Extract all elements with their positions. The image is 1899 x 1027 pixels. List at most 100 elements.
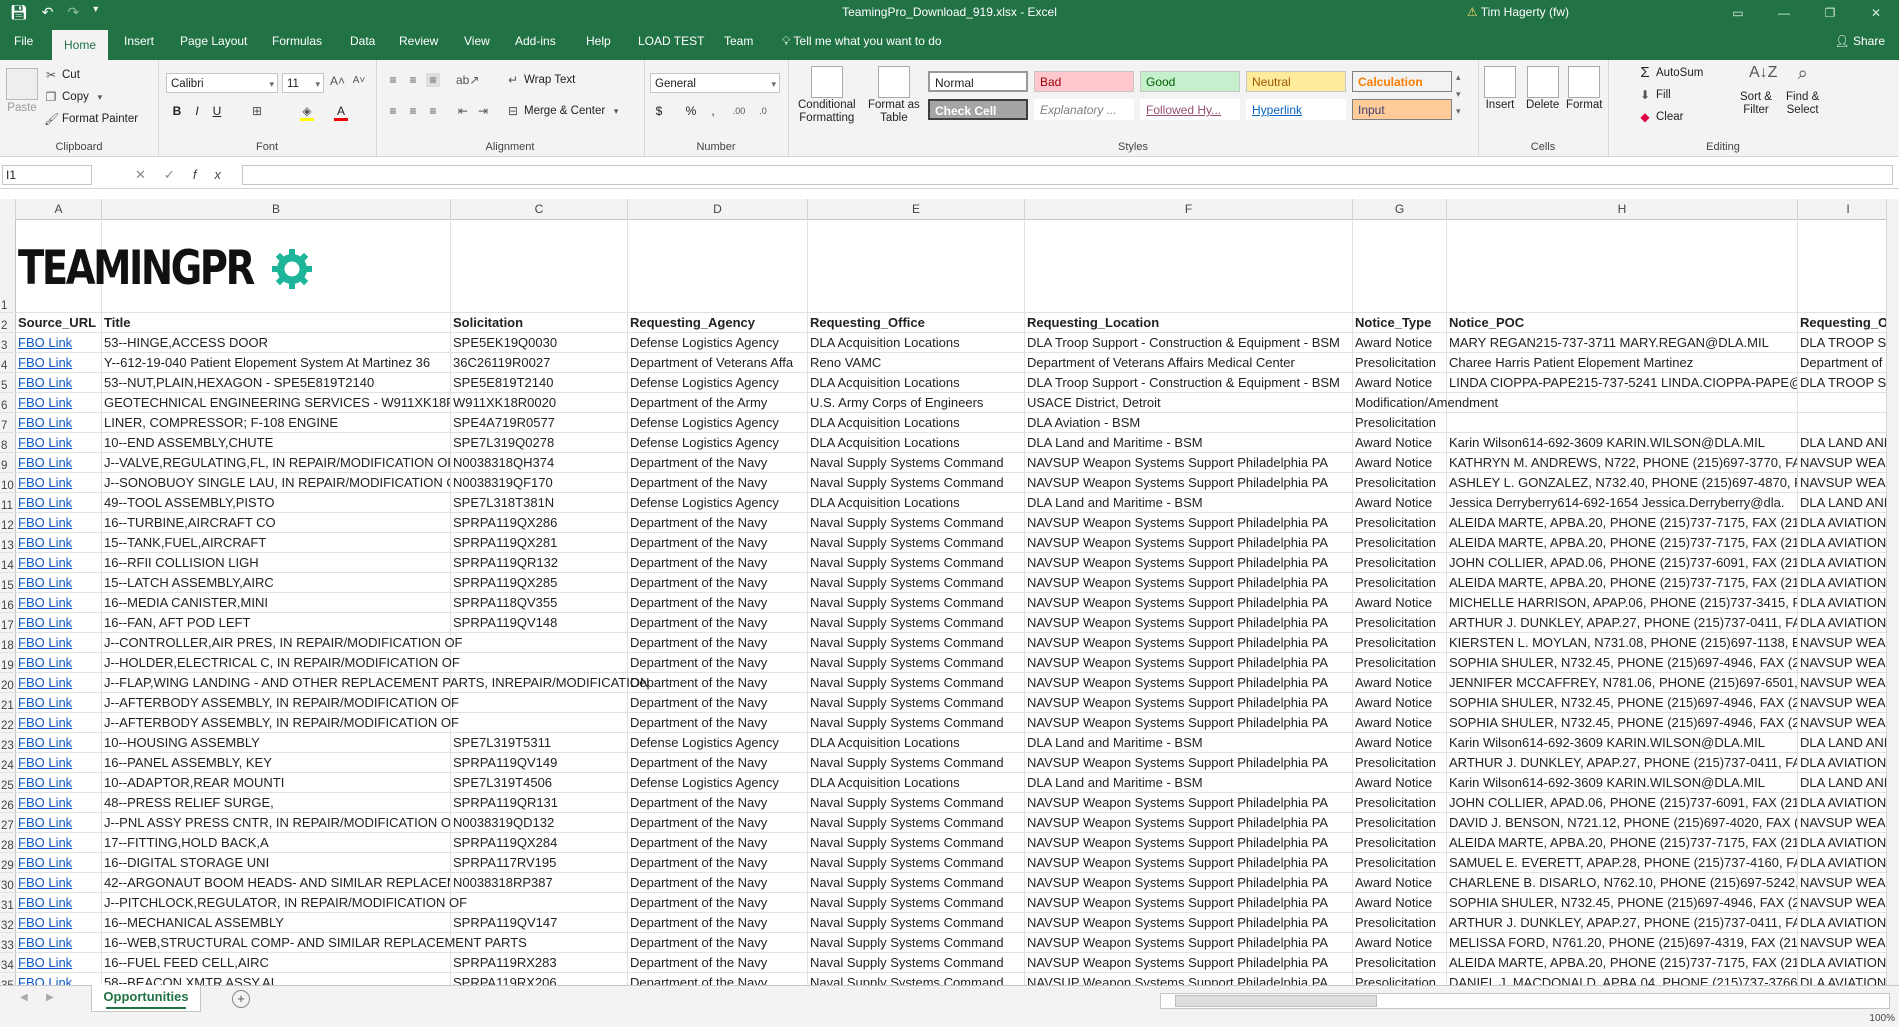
cell[interactable]: 10--ADAPTOR,REAR MOUNTI [102, 773, 451, 792]
cell[interactable]: DLA Acquisition Locations [808, 433, 1025, 452]
user-account[interactable]: ⚠ Tim Hagerty (fw) [1467, 5, 1569, 19]
cell[interactable]: 16--MEDIA CANISTER,MINI [102, 593, 451, 612]
cell[interactable]: NAVSUP WEAP [1798, 713, 1899, 732]
cut-button[interactable]: ✂ Cut [44, 68, 80, 82]
cell[interactable]: J--SONOBUOY SINGLE LAU, IN REPAIR/MODIFI… [102, 473, 451, 492]
cell[interactable]: DLA Land and Maritime - BSM [1025, 493, 1353, 512]
cell[interactable]: DLA AVIATION [1798, 513, 1899, 532]
column-header-f[interactable]: F [1025, 199, 1353, 219]
cell[interactable]: Department of the Navy [628, 973, 808, 985]
scroll-tabs-left-icon[interactable]: ◀ [20, 992, 28, 1003]
row-header[interactable]: 1 [0, 219, 16, 312]
fbo-link[interactable]: FBO Link [16, 853, 102, 872]
cell[interactable]: NAVSUP Weapon Systems Support Philadelph… [1025, 873, 1353, 892]
cell[interactable]: Naval Supply Systems Command [808, 633, 1025, 652]
cell[interactable]: 15--TANK,FUEL,AIRCRAFT [102, 533, 451, 552]
cell[interactable]: Naval Supply Systems Command [808, 853, 1025, 872]
font-color-button[interactable]: A [334, 104, 348, 121]
row-header[interactable]: 32 [0, 913, 16, 932]
cell[interactable]: Naval Supply Systems Command [808, 713, 1025, 732]
row-header[interactable]: 14 [0, 553, 16, 572]
cell[interactable]: ALEIDA MARTE, APBA.20, PHONE (215)737-71… [1447, 953, 1798, 972]
style-calculation[interactable]: Calculation [1352, 71, 1452, 92]
cell[interactable]: Department of the Navy [628, 473, 808, 492]
cell[interactable]: Presolicitation [1353, 913, 1447, 932]
cell[interactable]: Naval Supply Systems Command [808, 473, 1025, 492]
row-header[interactable]: 35 [0, 973, 16, 985]
tab-file[interactable]: File [12, 34, 35, 48]
cell[interactable]: 15--LATCH ASSEMBLY,AIRC [102, 573, 451, 592]
cell[interactable]: Defense Logistics Agency [628, 493, 808, 512]
increase-decimal-button[interactable]: .00 [732, 104, 746, 118]
cell[interactable]: NAVSUP Weapon Systems Support Philadelph… [1025, 473, 1353, 492]
orientation-button[interactable]: ab↗ [456, 73, 479, 87]
row-header[interactable]: 4 [0, 353, 16, 372]
cell[interactable]: JOHN COLLIER, APAD.06, PHONE (215)737-60… [1447, 793, 1798, 812]
cell[interactable]: NAVSUP WEAP [1798, 693, 1899, 712]
cell[interactable]: Department of the Navy [628, 593, 808, 612]
fbo-link[interactable]: FBO Link [16, 513, 102, 532]
cell[interactable]: DLA Aviation - BSM [1025, 413, 1353, 432]
cell[interactable]: Presolicitation [1353, 413, 1447, 432]
cell[interactable]: SPE5EK19Q0030 [451, 333, 628, 352]
tab-view[interactable]: View [462, 34, 492, 48]
fbo-link[interactable]: FBO Link [16, 913, 102, 932]
row-header[interactable]: 24 [0, 753, 16, 772]
cell[interactable]: NAVSUP Weapon Systems Support Philadelph… [1025, 973, 1353, 985]
cell[interactable]: 16--PANEL ASSEMBLY, KEY [102, 753, 451, 772]
cell[interactable]: NAVSUP Weapon Systems Support Philadelph… [1025, 553, 1353, 572]
cell[interactable]: Defense Logistics Agency [628, 433, 808, 452]
new-sheet-button[interactable]: + [232, 990, 250, 1008]
horizontal-scroll-thumb[interactable] [1175, 995, 1377, 1007]
cell[interactable]: LINER, COMPRESSOR; F-108 ENGINE [102, 413, 451, 432]
cell[interactable]: USACE District, Detroit [1025, 393, 1353, 412]
fbo-link[interactable]: FBO Link [16, 713, 102, 732]
cell[interactable]: Naval Supply Systems Command [808, 973, 1025, 985]
formula-input[interactable] [242, 165, 1893, 185]
cell[interactable]: ALEIDA MARTE, APBA.20, PHONE (215)737-71… [1447, 573, 1798, 592]
row-header[interactable]: 18 [0, 633, 16, 652]
delete-cells-button[interactable]: Delete [1526, 66, 1559, 111]
cell[interactable]: 16--DIGITAL STORAGE UNI [102, 853, 451, 872]
cell[interactable]: NAVSUP Weapon Systems Support Philadelph… [1025, 693, 1353, 712]
cell[interactable]: Presolicitation [1353, 813, 1447, 832]
cell[interactable]: 42--ARGONAUT BOOM HEADS- AND SIMILAR REP… [102, 873, 451, 892]
cell[interactable]: Presolicitation [1353, 553, 1447, 572]
cell[interactable]: Award Notice [1353, 773, 1447, 792]
cell[interactable]: Presolicitation [1353, 953, 1447, 972]
column-title-cell[interactable]: Title [102, 313, 451, 332]
fbo-link[interactable]: FBO Link [16, 453, 102, 472]
cell[interactable]: Naval Supply Systems Command [808, 673, 1025, 692]
cell[interactable]: Award Notice [1353, 733, 1447, 752]
cell[interactable]: SPRPA119QV149 [451, 753, 628, 772]
cell[interactable]: Department of the Navy [628, 613, 808, 632]
restore-icon[interactable]: ❐ [1807, 0, 1853, 26]
column-title-cell[interactable]: Notice_POC [1447, 313, 1798, 332]
cell[interactable]: J--HOLDER,ELECTRICAL C, IN REPAIR/MODIFI… [102, 653, 460, 672]
cell[interactable]: Department of the Navy [628, 753, 808, 772]
cell[interactable]: Naval Supply Systems Command [808, 693, 1025, 712]
number-format-select[interactable]: General [650, 73, 780, 94]
row-header[interactable]: 34 [0, 953, 16, 972]
cell[interactable]: DLA Acquisition Locations [808, 373, 1025, 392]
tab-page-layout[interactable]: Page Layout [178, 34, 249, 48]
cell[interactable]: ALEIDA MARTE, APBA.20, PHONE (215)737-71… [1447, 513, 1798, 532]
cell[interactable]: Award Notice [1353, 673, 1447, 692]
cell[interactable]: SPRPA119QX285 [451, 573, 628, 592]
fbo-link[interactable]: FBO Link [16, 833, 102, 852]
cell[interactable]: Presolicitation [1353, 613, 1447, 632]
cell[interactable]: Naval Supply Systems Command [808, 813, 1025, 832]
cell[interactable] [451, 633, 628, 652]
fbo-link[interactable]: FBO Link [16, 593, 102, 612]
cell[interactable]: Department of the Navy [628, 893, 808, 912]
row-header[interactable]: 23 [0, 733, 16, 752]
style-good[interactable]: Good [1140, 71, 1240, 92]
cell[interactable]: ALEIDA MARTE, APBA.20, PHONE (215)737-71… [1447, 833, 1798, 852]
row-header[interactable]: 20 [0, 673, 16, 692]
cell[interactable]: DLA Acquisition Locations [808, 493, 1025, 512]
cell[interactable]: Naval Supply Systems Command [808, 793, 1025, 812]
styles-gallery-scroll[interactable]: ▴ ▾ ▾ [1456, 72, 1461, 117]
cell[interactable]: ASHLEY L. GONZALEZ, N732.40, PHONE (215)… [1447, 473, 1798, 492]
increase-font-button[interactable]: A˄ [330, 74, 345, 88]
cell[interactable] [451, 653, 628, 672]
